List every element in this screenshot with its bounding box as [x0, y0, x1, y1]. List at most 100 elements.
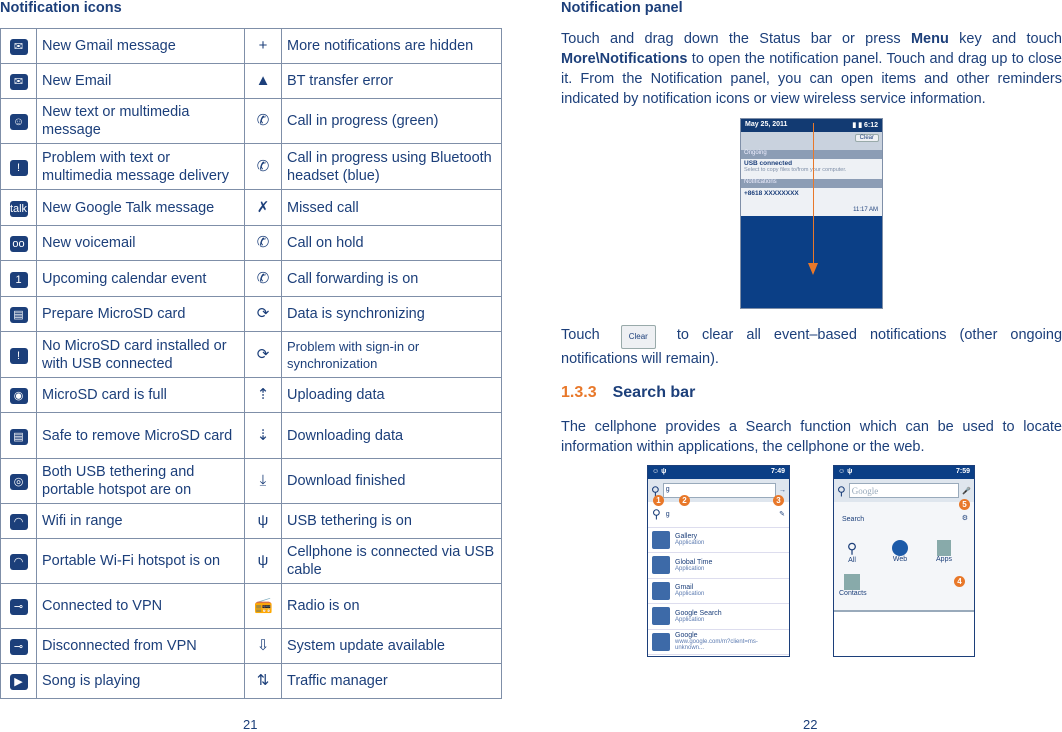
app-icon [652, 556, 670, 575]
icon-description: New voicemail [36, 225, 245, 261]
hotspot-icon: ◠ [9, 554, 28, 570]
radio-icon: 📻 [254, 597, 273, 614]
arrow-head-icon [808, 263, 818, 275]
sdcard-full-icon: ◉ [9, 388, 28, 404]
paragraph-clear: Touch Clear to clear all event–based not… [561, 325, 1062, 367]
talk-icon: talk [9, 200, 28, 217]
tether-hotspot-icon: ◎ [9, 474, 28, 490]
icon-description: Call in progress (green) [281, 98, 502, 144]
table-row: ◉ MicroSD card is full ⇡ Uploading data [0, 377, 502, 413]
icon-description: Download finished [281, 458, 502, 504]
section-title-notification-panel: Notification panel [561, 0, 683, 16]
icon-description: Downloading data [281, 412, 502, 459]
icon-description: New Email [36, 63, 245, 99]
call-bluetooth-icon: ✆ [256, 157, 270, 175]
sms-icon: ☺ [9, 114, 28, 130]
icon-description: Data is synchronizing [281, 296, 502, 332]
system-update-icon: ⇩ [256, 637, 270, 654]
notification-icons-table: ✉ New Gmail message + More notifications… [0, 28, 502, 699]
clear-button[interactable]: Clear [620, 325, 656, 349]
song-playing-icon: ▶ [9, 674, 28, 690]
app-icon [652, 607, 670, 626]
icon-description: Call in progress using Bluetooth headset… [281, 143, 502, 190]
table-row: oo New voicemail ✆ Call on hold [0, 225, 502, 261]
icon-description: New text or multimedia message [36, 98, 245, 144]
voicemail-icon: oo [9, 236, 28, 252]
app-icon [652, 632, 670, 651]
icon-description: Missed call [281, 189, 502, 226]
calendar-icon: 1 [9, 271, 28, 288]
icon-description: Problem with sign-in or synchronization [281, 331, 502, 378]
icon-description: No MicroSD card installed or with USB co… [36, 331, 245, 378]
table-row: ◎ Both USB tethering and portable hotspo… [0, 458, 502, 504]
page-number: 21 [243, 717, 258, 732]
sync-icon: ⟳ [256, 305, 270, 322]
sms-error-icon: ! [9, 159, 28, 176]
sdcard-safe-icon: ▤ [9, 428, 28, 445]
table-row: ⊸ Disconnected from VPN ⇩ System update … [0, 628, 502, 664]
sdcard-missing-icon: ! [9, 347, 28, 364]
search-result-item[interactable]: Gmail Application [648, 579, 789, 604]
vpn-connected-icon: ⊸ [9, 599, 28, 615]
table-row: ! Problem with text or multimedia messag… [0, 143, 502, 190]
icon-description: Disconnected from VPN [36, 628, 245, 664]
table-row: ! No MicroSD card installed or with USB … [0, 331, 502, 378]
search-screenshot-2: ☺ ψ 7:59 ⚲ Google 🎤 Search ⚙ ⚲ All Web Apps … [833, 465, 975, 657]
missed-call-icon: ✗ [256, 198, 270, 216]
traffic-manager-icon: ⇅ [256, 672, 270, 689]
app-icon [652, 530, 670, 549]
icon-description: New Google Talk message [36, 189, 245, 226]
download-icon: ⇣ [256, 426, 270, 444]
search-screenshot-1: ☺ ψ 7:49 ⚲ g → ⚲ g ✎ Gallery Application Global… [647, 465, 790, 657]
icon-description: Prepare MicroSD card [36, 296, 245, 332]
usb-tether-icon: ψ [257, 512, 269, 529]
icon-description: More notifications are hidden [281, 28, 502, 64]
notification-panel-screenshot: May 25, 2011 ▮ ▮ 6:12 Clear Ongoing USB c… [740, 118, 883, 309]
wifi-icon: ◠ [9, 514, 28, 530]
icon-description: Traffic manager [281, 663, 502, 699]
search-result-item[interactable]: Google www.google.com/m?client=ms-unknown… [648, 630, 789, 655]
usb-icon: ψ [257, 552, 269, 569]
icon-description: USB tethering is on [281, 503, 502, 539]
table-row: ◠ Wifi in range ψ USB tethering is on [0, 503, 502, 539]
table-row: ✉ New Email ▲ BT transfer error [0, 63, 502, 99]
download-done-icon: ⤓ [259, 472, 267, 489]
icon-description: Upcoming calendar event [36, 260, 245, 297]
vpn-disconnected-icon: ⊸ [9, 639, 28, 655]
icon-description: Wifi in range [36, 503, 245, 539]
table-row: ▶ Song is playing ⇅ Traffic manager [0, 663, 502, 699]
icon-description: Radio is on [281, 583, 502, 629]
table-row: ☺ New text or multimedia message ✆ Call … [0, 98, 502, 144]
search-result-item[interactable]: Google Search Application [648, 604, 789, 630]
paragraph-notification-panel: Touch and drag down the Status bar or pr… [561, 31, 1062, 107]
upload-icon: ⇡ [256, 386, 270, 403]
icon-description: Connected to VPN [36, 583, 245, 629]
app-icon [652, 581, 670, 600]
more-hidden-icon: + [258, 37, 268, 54]
call-forward-icon: ✆ [256, 269, 270, 287]
icon-description: Cellphone is connected via USB cable [281, 538, 502, 584]
call-green-icon: ✆ [256, 112, 270, 129]
search-result-item[interactable]: Global Time Application [648, 553, 789, 579]
section-heading-search-bar: 1.3.3 Search bar [561, 384, 696, 401]
call-hold-icon: ✆ [256, 234, 270, 251]
icon-description: Song is playing [36, 663, 245, 699]
page-number: 22 [803, 717, 818, 732]
table-row: ▤ Safe to remove MicroSD card ⇣ Download… [0, 412, 502, 459]
paragraph-search: The cellphone provides a Search function… [561, 419, 1062, 455]
search-result-item[interactable]: Gallery Application [648, 528, 789, 553]
table-row: 1 Upcoming calendar event ✆ Call forward… [0, 260, 502, 297]
gmail-icon: ✉ [9, 39, 28, 55]
icon-description: Safe to remove MicroSD card [36, 412, 245, 459]
icon-description: System update available [281, 628, 502, 664]
sync-error-icon: ⟳ [256, 345, 270, 363]
table-row: ▤ Prepare MicroSD card ⟳ Data is synchro… [0, 296, 502, 332]
icon-description: New Gmail message [36, 28, 245, 64]
icon-description: Both USB tethering and portable hotspot … [36, 458, 245, 504]
table-row: ◠ Portable Wi-Fi hotspot is on ψ Cellpho… [0, 538, 502, 584]
sdcard-prepare-icon: ▤ [9, 307, 28, 323]
drag-arrow [813, 123, 814, 273]
icon-description: BT transfer error [281, 63, 502, 99]
icon-description: MicroSD card is full [36, 377, 245, 413]
table-row: talk New Google Talk message ✗ Missed ca… [0, 189, 502, 226]
